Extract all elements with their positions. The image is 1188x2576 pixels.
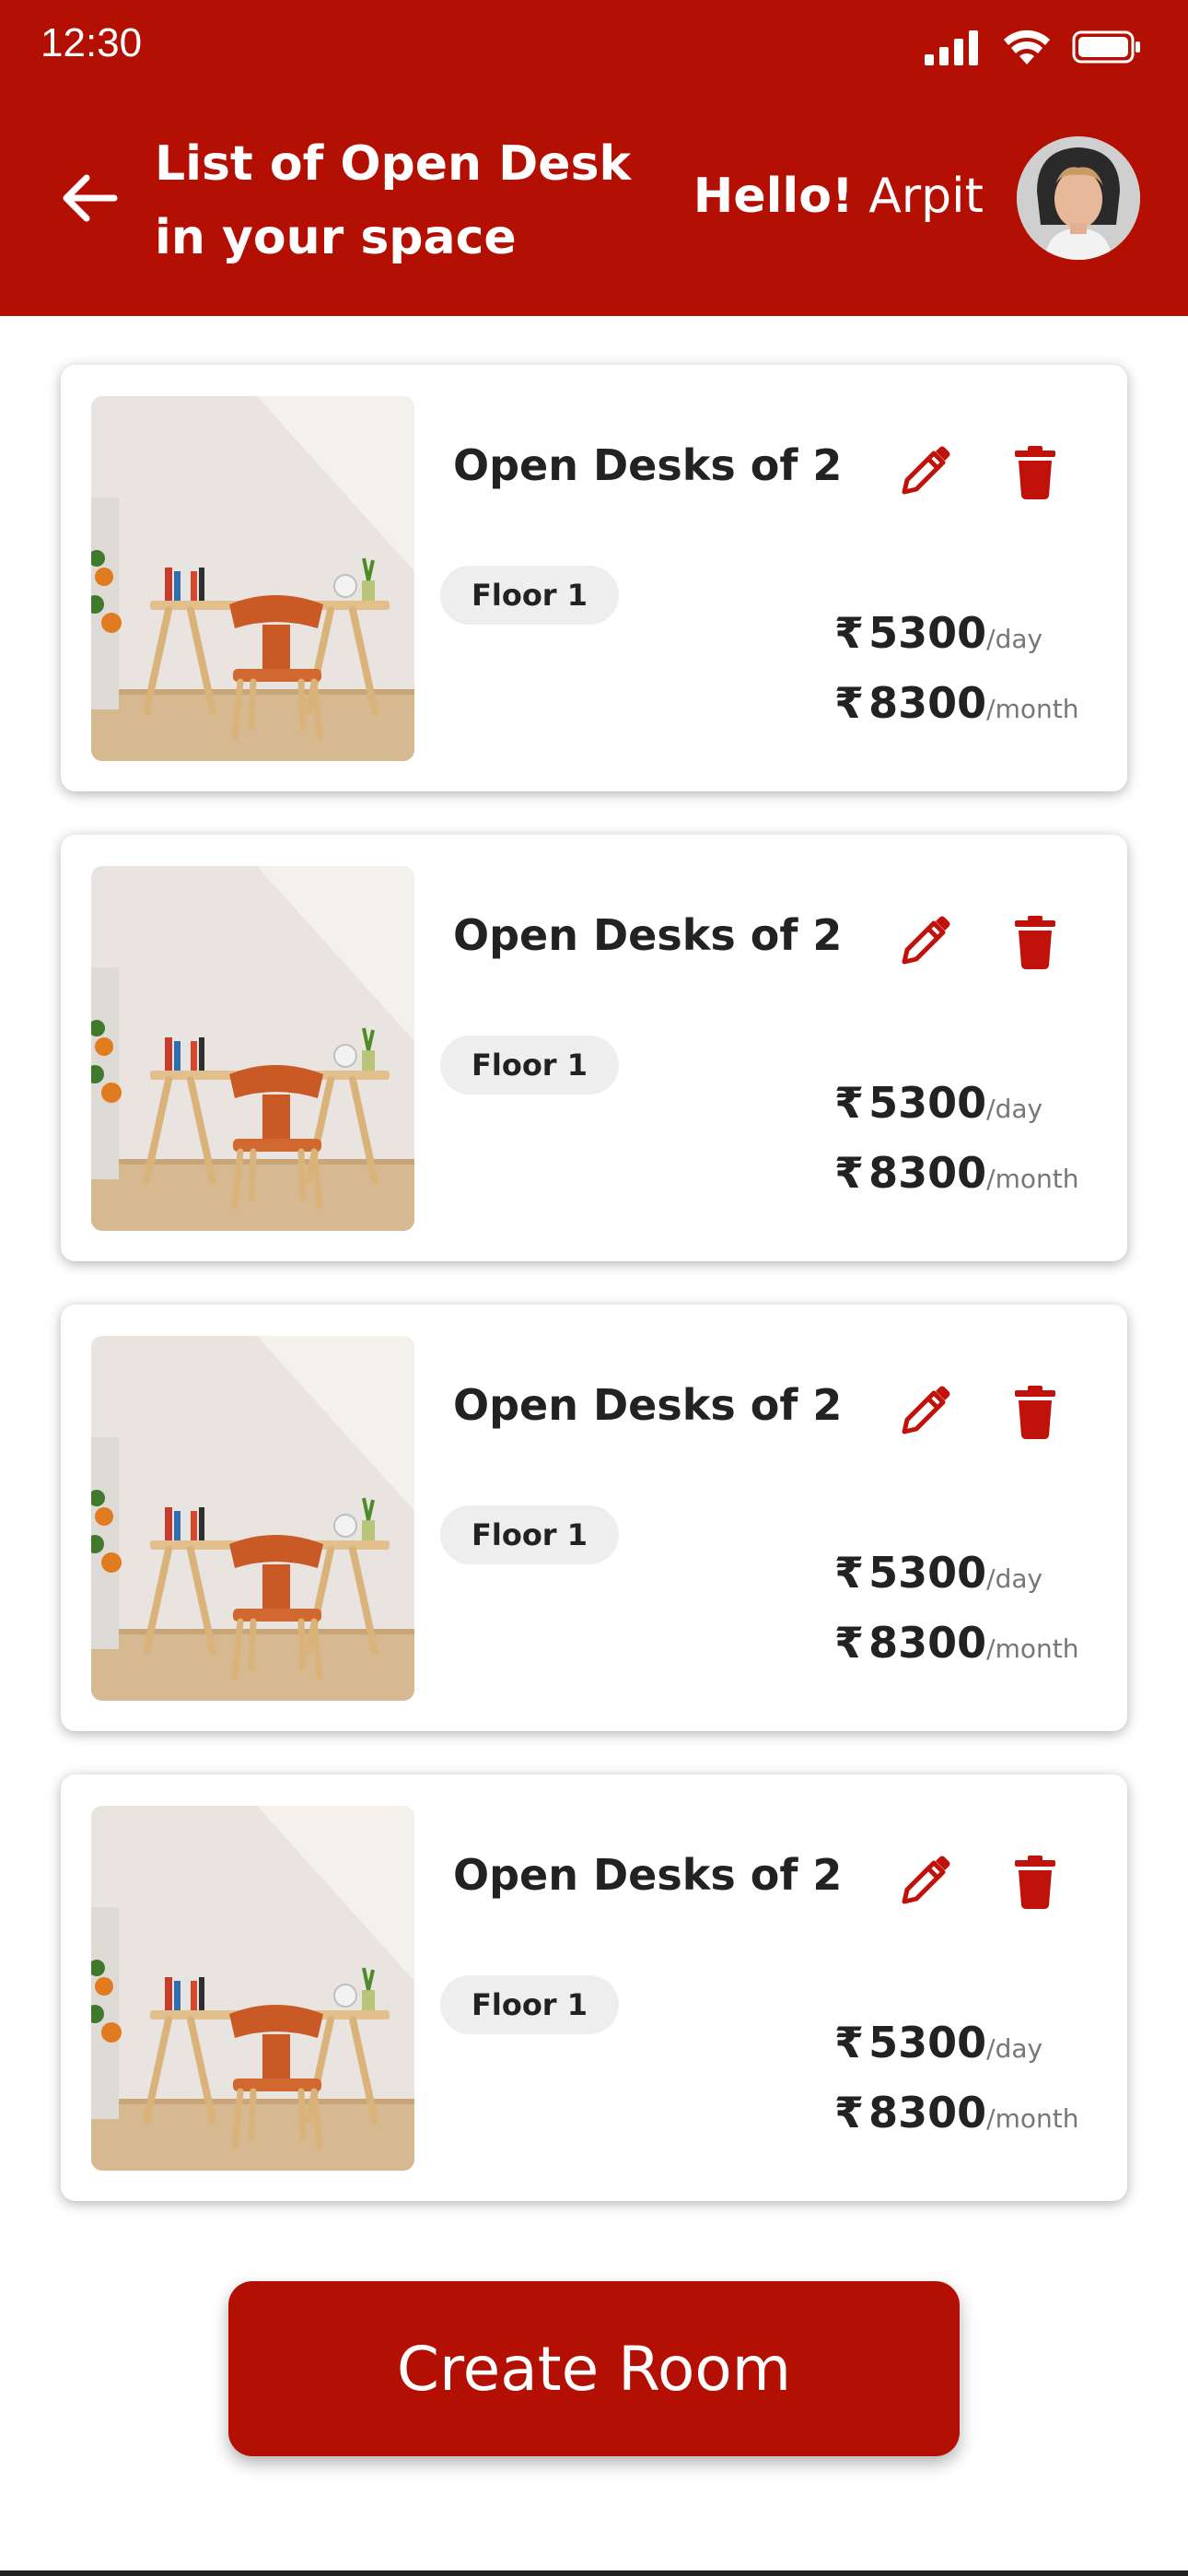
price-per-day: ₹ 5300/day — [834, 1548, 1042, 1598]
desk-list: Open Desks of 2 Floor 1 ₹ 5300/day ₹ 830… — [61, 365, 1127, 2244]
rupee-symbol: ₹ — [834, 1618, 865, 1668]
price-amount: 5300 — [868, 608, 987, 658]
price-per-day: ₹ 5300/day — [834, 608, 1042, 658]
desk-card[interactable]: Open Desks of 2 Floor 1 ₹ 5300/day ₹ 830… — [61, 365, 1127, 791]
battery-icon — [1072, 30, 1140, 64]
desk-card[interactable]: Open Desks of 2 Floor 1 ₹ 5300/day ₹ 830… — [61, 835, 1127, 1261]
pencil-icon[interactable] — [895, 912, 954, 971]
signal-icon — [925, 30, 978, 65]
desk-photo — [91, 1806, 414, 2171]
price-per-month: ₹ 8300/month — [834, 1618, 1078, 1668]
price-unit: /month — [986, 2103, 1079, 2134]
price-unit: /month — [986, 694, 1079, 724]
floor-badge: Floor 1 — [440, 1975, 619, 2034]
greeting: Hello! Arpit — [693, 169, 984, 224]
price-amount: 8300 — [868, 678, 987, 728]
price-unit: /day — [986, 624, 1043, 654]
desk-title: Open Desks of 2 — [453, 1380, 843, 1430]
rupee-symbol: ₹ — [834, 2018, 865, 2067]
price-per-day: ₹ 5300/day — [834, 2018, 1042, 2067]
trash-icon[interactable] — [1006, 442, 1065, 501]
trash-icon[interactable] — [1006, 912, 1065, 971]
desk-title: Open Desks of 2 — [453, 440, 843, 490]
arrow-left-icon[interactable] — [57, 166, 122, 230]
rupee-symbol: ₹ — [834, 608, 865, 658]
home-indicator — [0, 2570, 1188, 2576]
rupee-symbol: ₹ — [834, 1148, 865, 1198]
price-unit: /day — [986, 2033, 1043, 2064]
status-icons — [925, 28, 1142, 66]
page-title: List of Open Desk in your space — [155, 136, 632, 265]
price-unit: /day — [986, 1563, 1043, 1594]
floor-badge: Floor 1 — [440, 1505, 619, 1564]
wifi-icon — [1004, 29, 1050, 64]
user-avatar[interactable] — [1017, 136, 1140, 260]
desk-card[interactable]: Open Desks of 2 Floor 1 ₹ 5300/day ₹ 830… — [61, 1774, 1127, 2201]
app-header: 12:30 List of Open Desk in your space He… — [0, 0, 1188, 316]
price-unit: /day — [986, 1094, 1043, 1124]
rupee-symbol: ₹ — [834, 1548, 865, 1598]
pencil-icon[interactable] — [895, 1852, 954, 1911]
pencil-icon[interactable] — [895, 442, 954, 501]
price-amount: 5300 — [868, 1078, 987, 1128]
price-per-month: ₹ 8300/month — [834, 2088, 1078, 2137]
floor-badge: Floor 1 — [440, 1036, 619, 1095]
desk-photo — [91, 396, 414, 761]
price-amount: 5300 — [868, 1548, 987, 1598]
pencil-icon[interactable] — [895, 1382, 954, 1441]
price-amount: 5300 — [868, 2018, 987, 2067]
trash-icon[interactable] — [1006, 1852, 1065, 1911]
rupee-symbol: ₹ — [834, 2088, 865, 2137]
price-per-month: ₹ 8300/month — [834, 678, 1078, 728]
price-amount: 8300 — [868, 1148, 987, 1198]
desk-title: Open Desks of 2 — [453, 1850, 843, 1900]
price-per-day: ₹ 5300/day — [834, 1078, 1042, 1128]
floor-badge: Floor 1 — [440, 566, 619, 625]
avatar-image — [1017, 136, 1140, 260]
desk-title: Open Desks of 2 — [453, 910, 843, 960]
desk-card[interactable]: Open Desks of 2 Floor 1 ₹ 5300/day ₹ 830… — [61, 1305, 1127, 1731]
greeting-name: Arpit — [868, 169, 984, 224]
rupee-symbol: ₹ — [834, 678, 865, 728]
status-time: 12:30 — [41, 20, 143, 65]
trash-icon[interactable] — [1006, 1382, 1065, 1441]
greeting-hello: Hello! — [693, 169, 854, 224]
create-room-button[interactable]: Create Room — [228, 2281, 960, 2456]
price-amount: 8300 — [868, 2088, 987, 2137]
desk-photo — [91, 1336, 414, 1701]
price-unit: /month — [986, 1164, 1079, 1194]
price-per-month: ₹ 8300/month — [834, 1148, 1078, 1198]
desk-photo — [91, 866, 414, 1231]
rupee-symbol: ₹ — [834, 1078, 865, 1128]
price-unit: /month — [986, 1633, 1079, 1664]
price-amount: 8300 — [868, 1618, 987, 1668]
